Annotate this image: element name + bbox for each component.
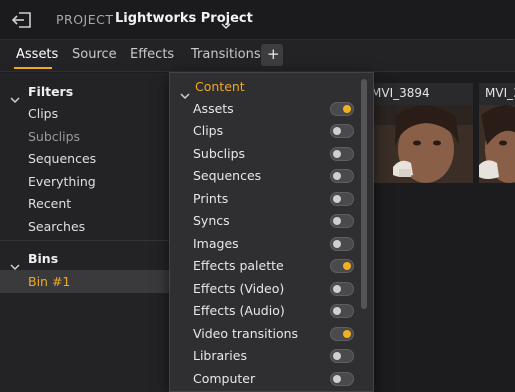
- toggle-switch[interactable]: [330, 282, 354, 296]
- toggle-knob: [333, 127, 341, 135]
- content-section-header[interactable]: Content: [170, 76, 360, 100]
- bin-item[interactable]: Bin #1: [0, 270, 170, 293]
- toggle-knob: [333, 375, 341, 383]
- filter-everything[interactable]: Everything: [28, 174, 96, 189]
- toggle-knob: [333, 307, 341, 315]
- chevron-down-icon[interactable]: [10, 89, 20, 104]
- filter-recent[interactable]: Recent: [28, 196, 71, 211]
- option-effects-video[interactable]: Effects (Video): [170, 278, 360, 300]
- option-images[interactable]: Images: [170, 233, 360, 255]
- add-tab-button[interactable]: +: [261, 44, 283, 66]
- option-label: Assets: [193, 101, 234, 116]
- toggle-knob: [343, 105, 351, 113]
- option-effects-audio[interactable]: Effects (Audio): [170, 300, 360, 322]
- toggle-switch[interactable]: [330, 214, 354, 228]
- toggle-switch[interactable]: [330, 349, 354, 363]
- toggle-switch[interactable]: [330, 237, 354, 251]
- filter-searches[interactable]: Searches: [28, 219, 85, 234]
- filters-section-header[interactable]: Filters: [0, 81, 170, 104]
- clip-title: MVI_3894: [371, 86, 430, 100]
- bin-label: Bin #1: [28, 274, 71, 289]
- toggle-switch[interactable]: [330, 102, 354, 116]
- tab-transitions[interactable]: Transitions: [191, 47, 261, 62]
- option-assets[interactable]: Assets: [170, 98, 360, 120]
- project-name[interactable]: Lightworks Project: [115, 11, 253, 26]
- bins-title: Bins: [28, 251, 59, 266]
- toggle-knob: [343, 262, 351, 270]
- option-label: Libraries: [193, 348, 247, 363]
- sidebar-divider: [0, 240, 170, 241]
- clip-tile[interactable]: MVI_3894: [371, 83, 473, 183]
- option-video-transitions[interactable]: Video transitions: [170, 323, 360, 345]
- option-label: Prints: [193, 191, 229, 206]
- chevron-down-icon[interactable]: [180, 85, 190, 100]
- tab-assets[interactable]: Assets: [16, 47, 58, 62]
- clip-thumbnail: [479, 105, 515, 183]
- toggle-knob: [333, 352, 341, 360]
- toggle-switch[interactable]: [330, 147, 354, 161]
- toggle-switch[interactable]: [330, 304, 354, 318]
- toggle-switch[interactable]: [330, 192, 354, 206]
- toggle-switch[interactable]: [330, 259, 354, 273]
- toggle-knob: [343, 330, 351, 338]
- option-label: Video transitions: [193, 326, 299, 341]
- toggle-knob: [333, 150, 341, 158]
- toggle-knob: [333, 240, 341, 248]
- chevron-down-icon[interactable]: [221, 15, 231, 30]
- option-label: Computer: [193, 371, 256, 386]
- filters-title: Filters: [28, 84, 74, 99]
- option-label: Effects (Audio): [193, 303, 285, 318]
- option-computer[interactable]: Computer: [170, 368, 360, 390]
- toggle-knob: [333, 217, 341, 225]
- sidebar: Filters Clips Subclips Sequences Everyth…: [0, 73, 170, 392]
- active-tab-indicator: [14, 67, 52, 69]
- dropdown-scrollbar[interactable]: [361, 79, 367, 309]
- tab-bar: Assets Source Effects Transitions +: [0, 40, 515, 72]
- exit-project-icon[interactable]: [10, 10, 34, 30]
- option-syncs[interactable]: Syncs: [170, 210, 360, 232]
- option-label: Sequences: [193, 168, 262, 183]
- add-tab-label: +: [267, 45, 280, 63]
- toggle-switch[interactable]: [330, 327, 354, 341]
- option-libraries[interactable]: Libraries: [170, 345, 360, 367]
- filter-sequences[interactable]: Sequences: [28, 151, 96, 166]
- option-label: Effects palette: [193, 258, 284, 273]
- filter-clips[interactable]: Clips: [28, 106, 58, 121]
- toggle-knob: [333, 285, 341, 293]
- option-label: Images: [193, 236, 239, 251]
- chevron-down-icon[interactable]: [10, 256, 20, 271]
- toggle-knob: [333, 172, 341, 180]
- top-bar: PROJECT Lightworks Project: [0, 0, 515, 40]
- toggle-switch[interactable]: [330, 124, 354, 138]
- option-label: Effects (Video): [193, 281, 285, 296]
- option-effects-palette[interactable]: Effects palette: [170, 255, 360, 277]
- option-label: Syncs: [193, 213, 230, 228]
- toggle-switch[interactable]: [330, 169, 354, 183]
- filter-subclips[interactable]: Subclips: [28, 129, 80, 144]
- project-label: PROJECT: [56, 12, 114, 27]
- bins-section-header[interactable]: Bins: [0, 248, 170, 271]
- content-section-title: Content: [195, 79, 245, 94]
- option-clips[interactable]: Clips: [170, 120, 360, 142]
- option-label: Clips: [193, 123, 224, 138]
- content-filter-dropdown: Content Assets Clips Subclips Sequences …: [169, 72, 374, 392]
- option-sequences[interactable]: Sequences: [170, 165, 360, 187]
- tab-effects[interactable]: Effects: [130, 47, 174, 62]
- clip-tile[interactable]: MVI_3: [479, 83, 515, 183]
- option-subclips[interactable]: Subclips: [170, 143, 360, 165]
- tab-source[interactable]: Source: [72, 47, 117, 62]
- toggle-knob: [333, 195, 341, 203]
- option-label: Subclips: [193, 146, 246, 161]
- option-prints[interactable]: Prints: [170, 188, 360, 210]
- clip-thumbnail: [371, 105, 473, 183]
- toggle-switch[interactable]: [330, 372, 354, 386]
- clip-title: MVI_3: [485, 86, 515, 100]
